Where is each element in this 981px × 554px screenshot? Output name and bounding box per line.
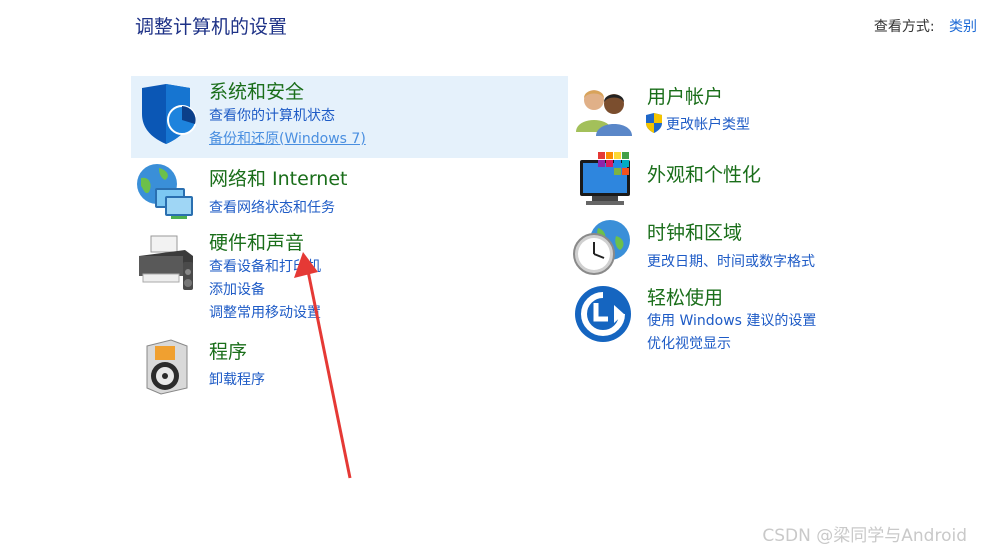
link-uninstall-program[interactable]: 卸载程序 bbox=[209, 369, 265, 389]
category-hardware-sound[interactable]: 硬件和声音 查看设备和打印机 添加设备 调整常用移动设置 bbox=[131, 226, 568, 326]
category-title-security[interactable]: 系统和安全 bbox=[209, 77, 304, 104]
display-palette-icon bbox=[580, 152, 630, 205]
category-title-ease[interactable]: 轻松使用 bbox=[647, 283, 723, 310]
ease-of-access-icon bbox=[575, 286, 631, 342]
category-clock-region[interactable]: 时钟和区域 更改日期、时间或数字格式 bbox=[572, 216, 972, 278]
view-by: 查看方式: 类别 bbox=[874, 16, 977, 36]
category-title-programs[interactable]: 程序 bbox=[209, 337, 247, 364]
uac-shield-icon bbox=[646, 113, 662, 133]
category-programs[interactable]: 程序 卸载程序 bbox=[131, 336, 568, 396]
link-change-date-time[interactable]: 更改日期、时间或数字格式 bbox=[647, 251, 815, 271]
link-add-device[interactable]: 添加设备 bbox=[209, 279, 265, 299]
category-user-accounts[interactable]: 用户帐户 更改帐户类型 bbox=[572, 80, 972, 138]
network-globe-icon bbox=[137, 164, 193, 219]
link-windows-recommended[interactable]: 使用 Windows 建议的设置 bbox=[647, 310, 816, 330]
category-system-security[interactable]: 系统和安全 查看你的计算机状态 备份和还原(Windows 7) bbox=[131, 76, 568, 158]
category-ease-of-access[interactable]: 轻松使用 使用 Windows 建议的设置 优化视觉显示 bbox=[572, 282, 972, 352]
link-backup-restore[interactable]: 备份和还原(Windows 7) bbox=[209, 128, 366, 148]
category-appearance[interactable]: 外观和个性化 bbox=[572, 148, 972, 210]
category-title-clock[interactable]: 时钟和区域 bbox=[647, 218, 742, 245]
watermark: CSDN @梁同学与Android bbox=[762, 526, 967, 546]
clock-globe-icon bbox=[573, 220, 630, 275]
link-change-account-type[interactable]: 更改帐户类型 bbox=[666, 114, 750, 134]
printer-icon bbox=[139, 235, 193, 290]
category-network-internet[interactable]: 网络和 Internet 查看网络状态和任务 bbox=[131, 160, 568, 222]
programs-disc-icon bbox=[146, 339, 188, 395]
page-title: 调整计算机的设置 bbox=[135, 16, 288, 38]
category-title-accounts[interactable]: 用户帐户 bbox=[647, 82, 723, 109]
link-optimize-visual[interactable]: 优化视觉显示 bbox=[647, 333, 731, 353]
users-icon bbox=[576, 90, 632, 136]
shield-icon bbox=[142, 84, 196, 144]
view-by-dropdown[interactable]: 类别 bbox=[949, 19, 977, 35]
link-view-computer-status[interactable]: 查看你的计算机状态 bbox=[209, 105, 335, 125]
link-mobility-settings[interactable]: 调整常用移动设置 bbox=[209, 302, 321, 322]
link-devices-printers[interactable]: 查看设备和打印机 bbox=[209, 256, 321, 276]
category-title-appearance[interactable]: 外观和个性化 bbox=[647, 160, 761, 187]
view-by-label: 查看方式: bbox=[873, 19, 935, 35]
category-title-hardware[interactable]: 硬件和声音 bbox=[209, 228, 304, 255]
category-title-network[interactable]: 网络和 Internet bbox=[209, 164, 347, 191]
link-view-network-status[interactable]: 查看网络状态和任务 bbox=[209, 197, 335, 217]
